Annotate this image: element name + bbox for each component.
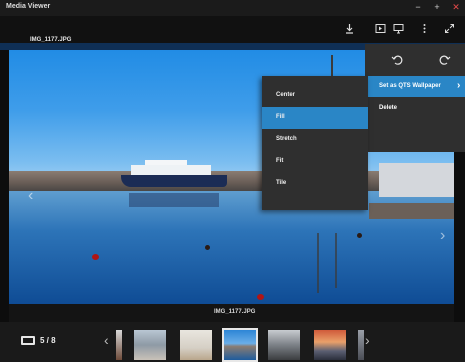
more-options-icon[interactable] — [419, 23, 430, 34]
download-icon[interactable] — [344, 23, 355, 34]
filmstrip-next-icon[interactable]: › — [365, 332, 370, 348]
photo-buoy — [92, 254, 99, 260]
rotate-left-icon[interactable] — [391, 53, 405, 67]
filmstrip: 5 / 8 ‹ › — [0, 322, 465, 362]
monitor-icon[interactable] — [393, 23, 404, 34]
photo-buoy — [205, 245, 210, 250]
submenu-option-fit[interactable]: Fit — [262, 151, 368, 173]
photo-mast-reflection — [317, 233, 319, 293]
window-controls: − + ✕ — [413, 1, 461, 14]
slideshow-icon[interactable] — [375, 23, 386, 34]
app-title: Media Viewer — [6, 3, 51, 10]
rotate-right-icon[interactable] — [437, 53, 451, 67]
wallpaper-submenu: Center Fill Stretch Fit Tile — [262, 76, 368, 210]
photo-cruise-ship — [121, 160, 227, 187]
close-icon[interactable]: ✕ — [451, 1, 461, 14]
context-menu: Set as QTS Wallpaper › Delete — [365, 44, 465, 152]
filmstrip-icon[interactable] — [21, 336, 35, 345]
delete-label: Delete — [379, 105, 398, 111]
toolbar: IMG_1177.JPG — [0, 16, 465, 43]
page-counter: 5 / 8 — [40, 336, 56, 345]
filmstrip-prev-icon[interactable]: ‹ — [104, 332, 109, 348]
prev-photo-icon[interactable]: ‹ — [28, 187, 33, 205]
caption-bar: IMG_1177.JPG — [9, 304, 454, 322]
photo-buoy — [257, 294, 264, 300]
chevron-right-icon: › — [457, 80, 461, 91]
photo-buoy — [357, 233, 362, 238]
photo-caption: IMG_1177.JPG — [214, 309, 256, 315]
submenu-option-center[interactable]: Center — [262, 85, 368, 107]
submenu-option-label: Fit — [276, 158, 284, 164]
set-wallpaper-label: Set as QTS Wallpaper — [379, 83, 441, 89]
submenu-option-label: Tile — [276, 180, 287, 186]
photo-sailboat — [379, 163, 454, 197]
thumbnail[interactable] — [358, 330, 364, 360]
title-bar: Media Viewer − + ✕ — [0, 0, 465, 16]
thumbnail[interactable] — [116, 330, 122, 360]
minimize-icon[interactable]: − — [413, 1, 423, 14]
submenu-option-label: Stretch — [276, 136, 297, 142]
thumbnail[interactable] — [180, 330, 212, 360]
submenu-option-label: Center — [276, 92, 296, 98]
photo-mast-reflection — [335, 233, 337, 288]
submenu-option-stretch[interactable]: Stretch — [262, 129, 368, 151]
delete-menu-item[interactable]: Delete — [365, 98, 465, 119]
submenu-option-tile[interactable]: Tile — [262, 173, 368, 195]
fullscreen-icon[interactable] — [444, 23, 455, 34]
thumbnail[interactable] — [268, 330, 300, 360]
thumbnail[interactable] — [314, 330, 346, 360]
set-wallpaper-menu-item[interactable]: Set as QTS Wallpaper › — [365, 76, 465, 97]
next-photo-icon[interactable]: › — [440, 227, 445, 245]
submenu-option-fill[interactable]: Fill — [262, 107, 368, 129]
photo-pier — [369, 203, 454, 219]
photo-ship-reflection — [129, 193, 219, 207]
submenu-option-label: Fill — [276, 114, 285, 120]
thumbnail-selected[interactable] — [222, 328, 258, 362]
thumbnail[interactable] — [134, 330, 166, 360]
maximize-icon[interactable]: + — [432, 1, 442, 14]
